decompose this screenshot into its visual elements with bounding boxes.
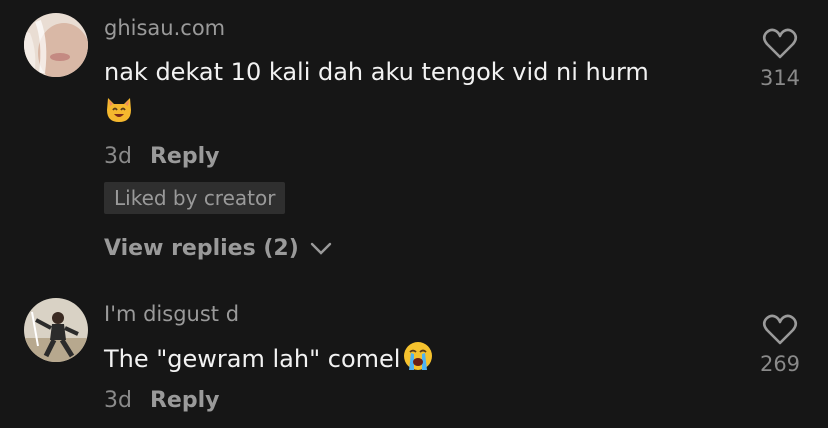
avatar[interactable] bbox=[24, 13, 88, 77]
heart-icon bbox=[762, 28, 798, 64]
avatar[interactable] bbox=[24, 298, 88, 362]
comment-text: nak dekat 10 kali dah aku tengok vid ni … bbox=[104, 56, 649, 132]
reply-button[interactable]: Reply bbox=[150, 144, 220, 169]
view-replies-label: View replies (2) bbox=[104, 236, 299, 261]
reply-button[interactable]: Reply bbox=[150, 388, 220, 413]
comment-time: 3d bbox=[104, 388, 132, 413]
comment-meta: 3d Reply bbox=[104, 388, 219, 413]
comment-text: The "gewram lah" comel bbox=[104, 340, 434, 380]
like-count: 314 bbox=[759, 66, 801, 90]
comment-text-body: nak dekat 10 kali dah aku tengok vid ni … bbox=[104, 58, 649, 86]
smiling-cat-emoji-icon bbox=[104, 94, 134, 132]
view-replies-button[interactable]: View replies (2) bbox=[104, 236, 332, 262]
comment-item: ghisau.com nak dekat 10 kali dah aku ten… bbox=[0, 0, 828, 290]
chevron-down-icon bbox=[310, 237, 332, 262]
liked-by-creator-badge: Liked by creator bbox=[104, 182, 286, 214]
comment-username[interactable]: ghisau.com bbox=[104, 16, 225, 40]
comment-username[interactable]: I'm disgust d bbox=[104, 302, 239, 326]
comment-meta: 3d Reply bbox=[104, 144, 219, 169]
comment-text-body: The "gewram lah" comel bbox=[104, 345, 401, 373]
crying-face-emoji-icon bbox=[402, 340, 434, 380]
like-button[interactable]: 269 bbox=[750, 314, 810, 376]
comment-item: I'm disgust d The "gewram lah" comel 3d R… bbox=[0, 290, 828, 428]
comment-time: 3d bbox=[104, 144, 132, 169]
like-button[interactable]: 314 bbox=[750, 28, 810, 90]
heart-icon bbox=[762, 314, 798, 350]
like-count: 269 bbox=[759, 352, 801, 376]
